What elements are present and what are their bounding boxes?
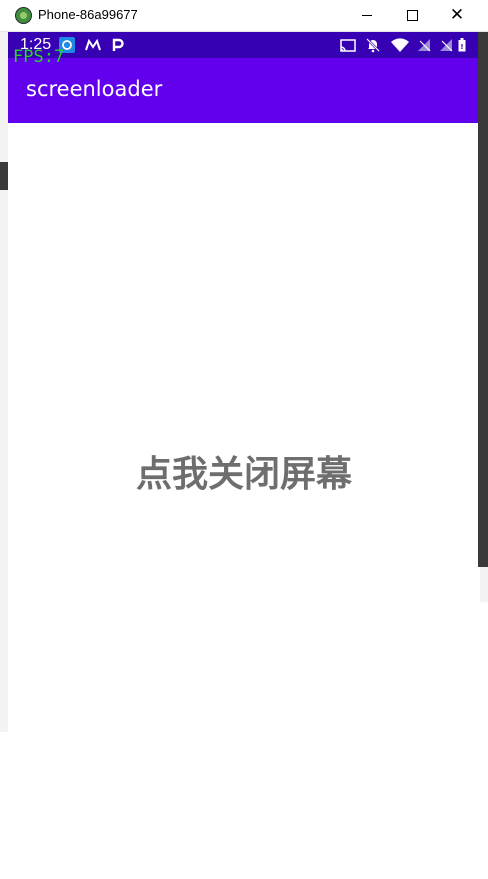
phone-screen: 1:25 ! FPS:7 screenloader 点我关闭屏幕	[8, 32, 480, 872]
android-app-icon	[15, 7, 32, 24]
background-band	[480, 602, 488, 879]
m-logo-icon	[85, 37, 101, 53]
android-statusbar: 1:25 !	[8, 32, 480, 58]
app-title: screenloader	[26, 77, 163, 101]
p-logo-icon	[110, 37, 126, 53]
notifications-off-icon	[365, 37, 381, 53]
fps-counter: FPS:7	[13, 47, 65, 67]
app-bar: screenloader	[8, 58, 480, 123]
scrollbar[interactable]	[478, 32, 488, 567]
cast-icon	[340, 37, 356, 53]
emulator-window: Phone-86a99677 ✕ 1:25 ! FPS:7 screenload…	[0, 0, 488, 879]
svg-text:!: !	[460, 43, 463, 51]
minimize-icon	[362, 15, 372, 16]
window-title: Phone-86a99677	[38, 7, 138, 22]
close-icon: ✕	[449, 5, 465, 25]
main-content: 点我关闭屏幕	[8, 123, 480, 872]
signal-icon	[416, 37, 432, 53]
window-titlebar[interactable]: Phone-86a99677 ✕	[0, 0, 488, 32]
maximize-button[interactable]	[389, 0, 435, 31]
maximize-icon	[406, 10, 418, 21]
background-band	[0, 162, 8, 190]
close-button[interactable]: ✕	[434, 0, 480, 31]
battery-icon: !	[457, 37, 467, 53]
close-screen-button[interactable]: 点我关闭屏幕	[8, 445, 480, 497]
signal-icon	[438, 37, 454, 53]
minimize-button[interactable]	[344, 0, 390, 31]
wifi-icon	[390, 37, 410, 53]
background-band	[0, 732, 8, 879]
background-window-left	[0, 32, 8, 879]
